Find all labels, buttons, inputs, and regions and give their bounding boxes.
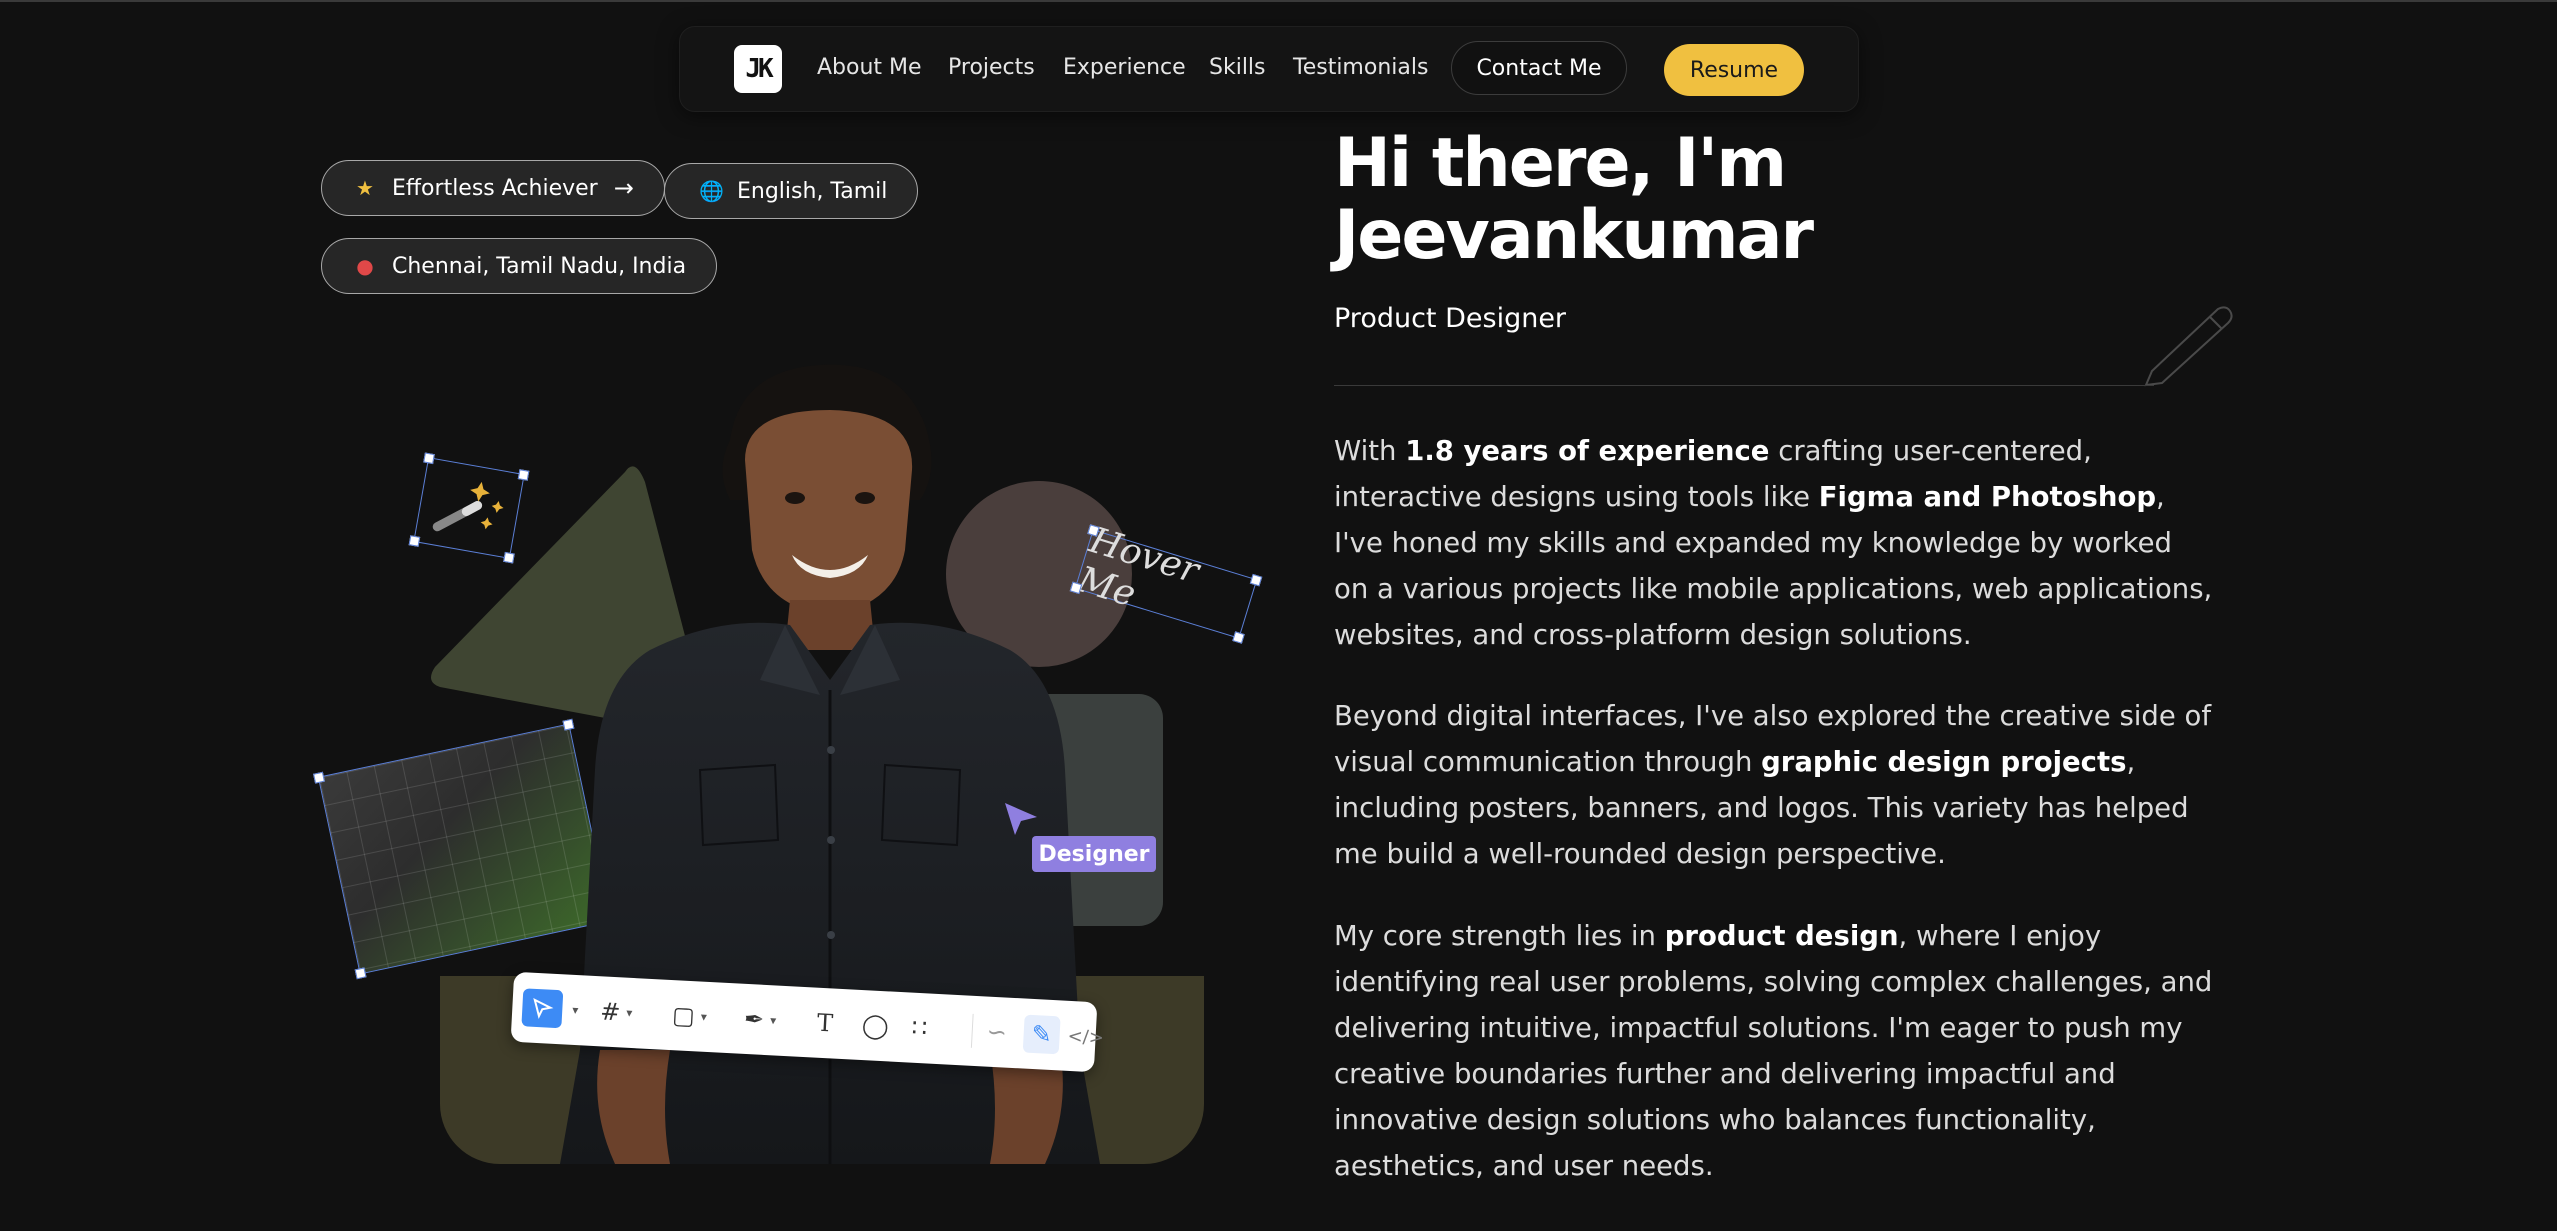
magic-wand-card[interactable] xyxy=(408,452,530,564)
contact-button[interactable]: Contact Me xyxy=(1451,41,1627,95)
draw-mode-icon[interactable]: ∽ xyxy=(986,1013,1008,1052)
globe-icon: 🌐 xyxy=(699,179,724,203)
shape-tool-icon[interactable]: ▢ ▾ xyxy=(671,996,708,1036)
about-p1-highlight: 1.8 years of experience xyxy=(1405,435,1770,467)
location-chip-label: Chennai, Tamil Nadu, India xyxy=(392,253,687,279)
role-label: Product Designer xyxy=(1334,303,1567,334)
pen-tool-icon[interactable]: ✒ ▾ xyxy=(743,1000,777,1040)
resume-button[interactable]: Resume xyxy=(1664,44,1804,96)
resize-handle[interactable] xyxy=(354,967,367,980)
cursor-pointer-icon xyxy=(1005,803,1037,835)
hero-title-line2: Jeevankumar xyxy=(1334,196,1814,275)
resize-handle[interactable] xyxy=(503,551,515,564)
toolbar-divider xyxy=(970,1013,974,1048)
section-divider xyxy=(1334,385,2154,386)
about-p1-highlight: Figma and Photoshop xyxy=(1818,481,2157,513)
about-paragraph-2: Beyond digital interfaces, I've also exp… xyxy=(1334,693,2214,877)
comment-tool-icon[interactable]: ◯ xyxy=(861,1006,890,1045)
hero-title: Hi there, I'm Jeevankumar xyxy=(1334,128,2034,272)
about-p2-highlight: graphic design projects xyxy=(1761,746,2127,778)
nav-link-skills[interactable]: Skills xyxy=(1209,55,1266,80)
nav-link-experience[interactable]: Experience xyxy=(1063,55,1186,80)
move-tool-icon[interactable] xyxy=(521,988,564,1029)
language-chip-label: English, Tamil xyxy=(737,178,888,204)
achiever-chip[interactable]: ★ Effortless Achiever → xyxy=(321,160,665,216)
resize-handle[interactable] xyxy=(423,452,435,465)
designer-tag: Designer xyxy=(1032,836,1156,872)
frame-tool-icon[interactable]: # ▾ xyxy=(599,992,633,1032)
nav-link-projects[interactable]: Projects xyxy=(948,55,1035,80)
magic-wand-icon xyxy=(432,481,504,532)
text-tool-icon[interactable]: T xyxy=(816,1004,834,1043)
navbar: JK About Me Projects Experience Skills T… xyxy=(679,26,1859,112)
top-border xyxy=(0,0,2557,2)
about-p3-text: , where I enjoy identifying real user pr… xyxy=(1334,920,2213,1182)
nav-link-about[interactable]: About Me xyxy=(817,55,922,80)
location-chip: ● Chennai, Tamil Nadu, India xyxy=(321,238,718,294)
design-mode-icon[interactable]: ✎ xyxy=(1022,1014,1061,1055)
about-p1-text: With xyxy=(1334,435,1406,467)
about-p3-text: My core strength lies in xyxy=(1334,920,1665,952)
hero-title-line1: Hi there, I'm xyxy=(1334,124,1787,203)
about-paragraph-3: My core strength lies in product design,… xyxy=(1334,913,2214,1189)
language-chip: 🌐 English, Tamil xyxy=(664,163,919,219)
actions-icon[interactable]: ∷ xyxy=(911,1009,928,1048)
logo[interactable]: JK xyxy=(734,45,782,93)
resize-handle[interactable] xyxy=(408,535,421,547)
pencil-icon xyxy=(2144,306,2233,387)
about-p3-highlight: product design xyxy=(1664,920,1899,952)
resize-handle[interactable] xyxy=(313,771,325,784)
pin-icon: ● xyxy=(356,254,374,278)
dev-mode-icon[interactable]: </> xyxy=(1067,1017,1105,1057)
achiever-chip-label: Effortless Achiever xyxy=(392,175,598,201)
star-icon: ★ xyxy=(356,176,374,200)
arrow-right-icon: → xyxy=(613,174,634,202)
move-tool-caret[interactable]: ▾ xyxy=(565,991,579,1030)
about-paragraph-1: With 1.8 years of experience crafting us… xyxy=(1334,428,2214,658)
nav-link-testimonials[interactable]: Testimonials xyxy=(1293,55,1428,80)
